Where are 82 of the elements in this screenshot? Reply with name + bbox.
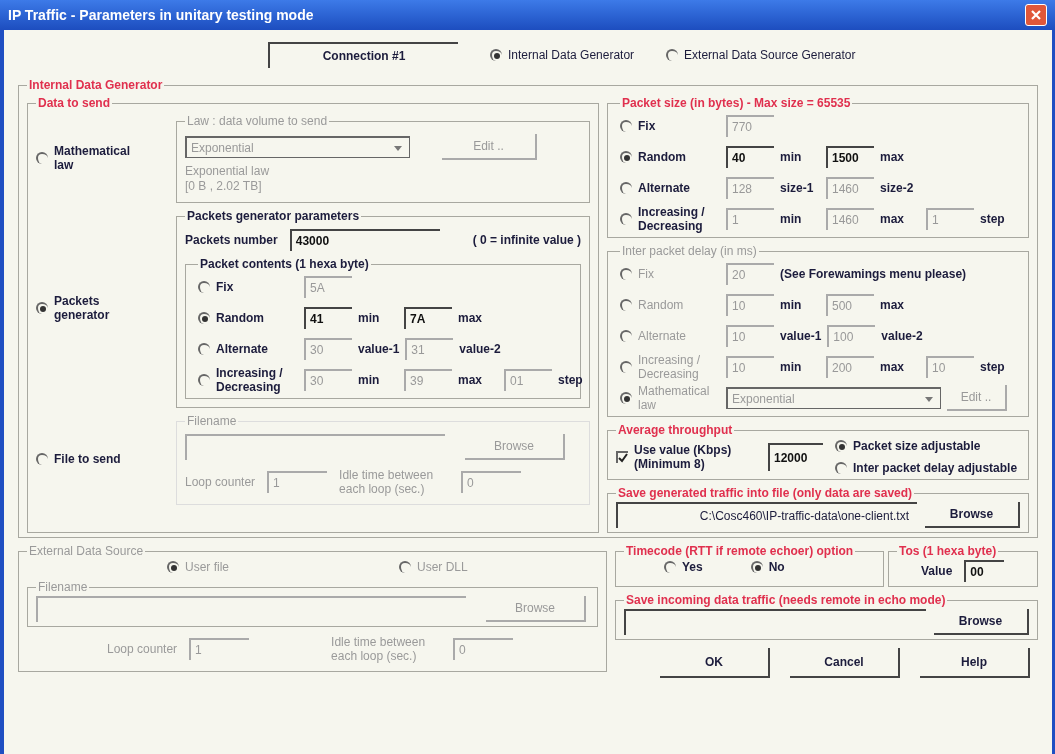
file-path-field[interactable]: C:\Cosc460\IP-traffic-data\one-client.txt: [616, 502, 917, 528]
dialog-button[interactable]: Help: [920, 648, 1030, 678]
radio-option[interactable]: Random: [198, 311, 298, 325]
unit-label: value-2: [459, 341, 501, 358]
dialog-button[interactable]: Cancel: [790, 648, 900, 678]
radio-option[interactable]: Increasing / Decreasing: [620, 205, 720, 233]
unit-label: max: [458, 372, 484, 389]
input-field[interactable]: 1500: [826, 146, 874, 168]
radio-option[interactable]: Packets generator: [36, 293, 116, 322]
group-title: Average throughput: [617, 422, 734, 439]
unit-label: min: [358, 310, 381, 327]
radio-option[interactable]: Fix: [198, 280, 298, 294]
connection-label: Connection #1: [268, 42, 458, 68]
window-title: IP Traffic - Parameters in unitary testing mode: [8, 5, 314, 25]
close-button[interactable]: [1025, 4, 1047, 26]
input-field[interactable]: 12000: [768, 443, 823, 471]
radio-option[interactable]: Mathematical law: [36, 143, 131, 172]
unit-label: max: [880, 359, 906, 376]
unit-label: min: [780, 359, 803, 376]
group-title: Filename: [37, 579, 89, 596]
field-label: Idle time between each loop (sec.): [339, 468, 435, 496]
radio-option[interactable]: Alternate: [198, 342, 298, 356]
input-field[interactable]: 43000: [289, 229, 440, 251]
field-label: Idle time between each loop (sec.): [331, 635, 427, 663]
group-title: Internal Data Generator: [28, 77, 164, 94]
radio-option[interactable]: Internal Data Generator: [490, 46, 635, 64]
hint-text: ( 0 = infinite value ): [472, 232, 581, 249]
input-field[interactable]: 00: [964, 560, 1005, 582]
radio-option[interactable]: Inter packet delay adjustable: [835, 461, 1018, 475]
unit-label: min: [780, 297, 803, 314]
law-description: [0 B , 2.02 TB]: [185, 179, 263, 194]
radio-option[interactable]: Packet size adjustable: [835, 439, 1018, 453]
unit-label: value-2: [881, 328, 923, 345]
input-field[interactable]: 7A: [404, 307, 452, 329]
unit-label: max: [880, 211, 906, 228]
group-title: Timecode (RTT if remote echoer) option: [625, 543, 855, 560]
input-field[interactable]: 41: [304, 307, 352, 329]
group-title: Packet size (in bytes) - Max size = 65535: [621, 95, 852, 112]
radio-option[interactable]: No: [750, 560, 785, 574]
unit-label: size-1: [780, 180, 815, 197]
radio-option[interactable]: Yes: [664, 560, 703, 574]
unit-label: min: [780, 211, 803, 228]
input-field[interactable]: 40: [726, 146, 774, 168]
group-title: External Data Source: [28, 543, 145, 560]
radio-option[interactable]: Alternate: [620, 181, 720, 195]
radio-option[interactable]: File to send: [36, 451, 146, 466]
unit-label: max: [880, 149, 906, 166]
unit-label: step: [558, 372, 584, 389]
group-title: Inter packet delay (in ms): [621, 243, 758, 260]
group-title: Save incoming data traffic (needs remote in echo mode): [625, 592, 947, 609]
unit-label: step: [980, 359, 1006, 376]
dialog-button[interactable]: OK: [660, 648, 770, 678]
group-title: Save generated traffic into file (only data are saved): [617, 485, 914, 502]
field-label: Loop counter: [185, 474, 256, 491]
group-title: Packet contents (1 hexa byte): [199, 256, 370, 273]
radio-option[interactable]: Increasing / Decreasing: [198, 366, 298, 394]
radio-option[interactable]: Random: [620, 150, 720, 164]
unit-label: value-1: [358, 341, 400, 358]
unit-label: max: [880, 297, 906, 314]
group-title: Filename: [186, 413, 238, 430]
browse-button[interactable]: Browse: [934, 609, 1029, 635]
law-description: Exponential law: [185, 164, 271, 179]
group-title: Packets generator parameters: [186, 208, 361, 225]
group-title: Law : data volume to send: [186, 113, 329, 130]
field-label: Loop counter: [107, 641, 178, 658]
field-label: Packets number: [185, 232, 278, 249]
browse-button[interactable]: Browse: [925, 502, 1020, 528]
input-field[interactable]: [624, 609, 926, 635]
group-title: Data to send: [37, 95, 111, 112]
unit-label: (See Forewamings menu please): [780, 266, 967, 283]
unit-label: value-1: [780, 328, 822, 345]
field-label: Value: [921, 563, 953, 580]
checkbox[interactable]: Use value (Kbps) (Minimum 8): [616, 443, 756, 471]
unit-label: step: [980, 211, 1006, 228]
unit-label: min: [358, 372, 381, 389]
group-title: Tos (1 hexa byte): [898, 543, 998, 560]
unit-label: size-2: [880, 180, 915, 197]
close-icon: [1030, 9, 1042, 21]
radio-option[interactable]: External Data Source Generator: [666, 46, 856, 64]
unit-label: max: [458, 310, 484, 327]
radio-option[interactable]: Fix: [620, 119, 720, 133]
unit-label: min: [780, 149, 803, 166]
